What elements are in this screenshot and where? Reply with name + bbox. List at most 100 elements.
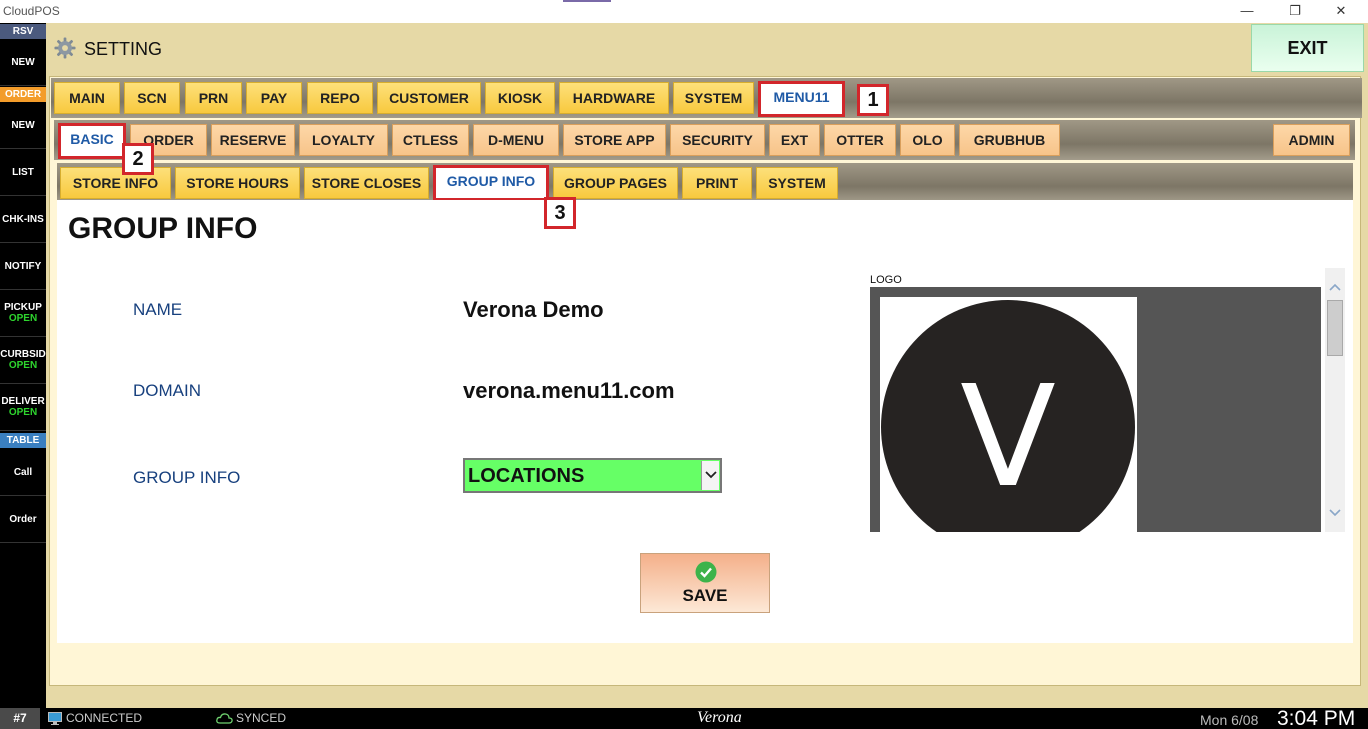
main-tab-bar: MAIN SCN PRN PAY REPO CUSTOMER KIOSK HAR… <box>51 78 1362 118</box>
logo-letter: V <box>960 356 1056 519</box>
connection-status: CONNECTED <box>66 711 143 725</box>
domain-value[interactable]: verona.menu11.com <box>463 378 675 404</box>
sidebar-item-label: Call <box>13 466 33 478</box>
tab-ctless[interactable]: CTLESS <box>392 124 469 156</box>
sidebar-delivery-button[interactable]: DELIVER OPEN <box>0 384 46 431</box>
status-bar: #7 CONNECTED SYNCED Verona Mon 6/08 3:04… <box>0 707 1368 729</box>
tab-group-info[interactable]: GROUP INFO <box>433 165 549 201</box>
window-titlebar: CloudPOS — ❐ ✕ <box>0 0 1368 23</box>
tab-menu11[interactable]: MENU11 <box>758 81 845 117</box>
tab-main[interactable]: MAIN <box>54 82 120 114</box>
logo-image-area: V <box>880 297 1137 532</box>
sidebar-item-label: NEW <box>11 56 35 68</box>
sidebar-chk-ins-button[interactable]: CHK-INS <box>0 196 46 243</box>
scroll-thumb[interactable] <box>1327 300 1343 356</box>
tab-d-menu[interactable]: D-MENU <box>473 124 559 156</box>
close-icon[interactable]: ✕ <box>1326 2 1356 20</box>
store-name: Verona <box>697 709 742 726</box>
tab-ext[interactable]: EXT <box>769 124 820 156</box>
callout-2: 2 <box>122 143 154 175</box>
logo-label: LOGO <box>870 274 902 286</box>
tab-system[interactable]: SYSTEM <box>673 82 754 114</box>
tab-pay[interactable]: PAY <box>246 82 302 114</box>
status-time: 3:04 PM <box>1277 707 1356 729</box>
tab-otter[interactable]: OTTER <box>824 124 896 156</box>
status-date: Mon 6/08 <box>1200 712 1259 728</box>
tab-reserve[interactable]: RESERVE <box>211 124 295 156</box>
tab-customer[interactable]: CUSTOMER <box>377 82 481 114</box>
sidebar-item-status: OPEN <box>8 313 38 324</box>
callout-3: 3 <box>544 197 576 229</box>
monitor-icon <box>48 712 62 725</box>
sidebar-item-label: NEW <box>11 119 35 131</box>
group-info-selected-value: LOCATIONS <box>468 465 585 487</box>
cloud-icon <box>216 713 233 724</box>
sidebar-notify-button[interactable]: NOTIFY <box>0 243 46 290</box>
sidebar-rsv-new-button[interactable]: NEW <box>0 39 46 86</box>
tab-print[interactable]: PRINT <box>682 167 752 199</box>
tab-store-info[interactable]: STORE INFO <box>60 167 171 199</box>
sync-status: SYNCED <box>236 711 287 725</box>
tab-system-section[interactable]: SYSTEM <box>756 167 838 199</box>
check-circle-icon <box>695 561 717 583</box>
tab-olo[interactable]: OLO <box>900 124 955 156</box>
tab-loyalty[interactable]: LOYALTY <box>299 124 388 156</box>
page-title: GROUP INFO <box>68 212 258 245</box>
sidebar-list-button[interactable]: LIST <box>0 149 46 196</box>
sidebar-curbside-button[interactable]: CURBSID OPEN <box>0 337 46 384</box>
exit-button[interactable]: EXIT <box>1251 24 1364 72</box>
minimize-icon[interactable]: — <box>1232 2 1262 20</box>
sidebar-order-button[interactable]: Order <box>0 496 46 543</box>
sidebar-call-button[interactable]: Call <box>0 449 46 496</box>
sidebar-item-label: NOTIFY <box>4 260 42 272</box>
group-info-select[interactable]: LOCATIONS <box>463 458 722 493</box>
tab-store-hours[interactable]: STORE HOURS <box>175 167 300 199</box>
name-value[interactable]: Verona Demo <box>463 297 604 323</box>
save-button[interactable]: SAVE <box>640 553 770 613</box>
sidebar-header-rsv: RSV <box>0 24 46 39</box>
sidebar-order-new-button[interactable]: NEW <box>0 102 46 149</box>
tab-scn[interactable]: SCN <box>124 82 180 114</box>
logo-preview[interactable]: V <box>870 287 1321 532</box>
sidebar-item-status: OPEN <box>8 407 38 418</box>
sidebar-item-status: OPEN <box>8 360 38 371</box>
group-info-panel: GROUP INFO NAME Verona Demo DOMAIN veron… <box>57 200 1353 643</box>
scroll-up-icon[interactable] <box>1327 280 1343 296</box>
callout-1: 1 <box>857 84 889 116</box>
tab-basic[interactable]: BASIC <box>58 123 126 159</box>
sidebar-item-label: LIST <box>12 166 34 178</box>
section-tab-bar: STORE INFO STORE HOURS STORE CLOSES GROU… <box>57 163 1353 202</box>
group-info-label: GROUP INFO <box>133 468 241 487</box>
tab-store-closes[interactable]: STORE CLOSES <box>304 167 429 199</box>
sidebar-header-order: ORDER <box>0 87 46 102</box>
save-button-label: SAVE <box>682 586 728 605</box>
page-header-title: SETTING <box>84 39 163 59</box>
logo-scrollbar[interactable] <box>1325 268 1345 532</box>
scroll-down-icon[interactable] <box>1327 504 1343 520</box>
sub-tab-bar: BASIC ORDER RESERVE LOYALTY CTLESS D-MEN… <box>54 120 1355 160</box>
title-accent-line <box>563 0 611 2</box>
tab-kiosk[interactable]: KIOSK <box>485 82 555 114</box>
chevron-down-icon[interactable] <box>701 461 719 490</box>
settings-header: SETTING EXIT <box>46 23 1368 74</box>
settings-main: MAIN SCN PRN PAY REPO CUSTOMER KIOSK HAR… <box>46 74 1368 708</box>
tab-grubhub[interactable]: GRUBHUB <box>959 124 1060 156</box>
window-title: CloudPOS <box>3 4 60 18</box>
station-number: #7 <box>0 708 40 729</box>
restore-icon[interactable]: ❐ <box>1280 2 1310 20</box>
left-sidebar: RSV NEW ORDER NEW LIST CHK-INS NOTIFY PI… <box>0 23 46 708</box>
sidebar-header-table: TABLE <box>0 433 46 448</box>
tab-repo[interactable]: REPO <box>307 82 373 114</box>
domain-label: DOMAIN <box>133 381 201 400</box>
gear-icon <box>54 37 76 59</box>
tab-prn[interactable]: PRN <box>185 82 242 114</box>
sidebar-pickup-button[interactable]: PICKUP OPEN <box>0 290 46 337</box>
sidebar-item-label: CURBSID <box>0 349 46 360</box>
name-label: NAME <box>133 300 183 319</box>
admin-button[interactable]: ADMIN <box>1273 124 1350 156</box>
sidebar-item-label: Order <box>9 513 37 525</box>
tab-group-pages[interactable]: GROUP PAGES <box>553 167 678 199</box>
tab-store-app[interactable]: STORE APP <box>563 124 666 156</box>
tab-security[interactable]: SECURITY <box>670 124 765 156</box>
tab-hardware[interactable]: HARDWARE <box>559 82 669 114</box>
